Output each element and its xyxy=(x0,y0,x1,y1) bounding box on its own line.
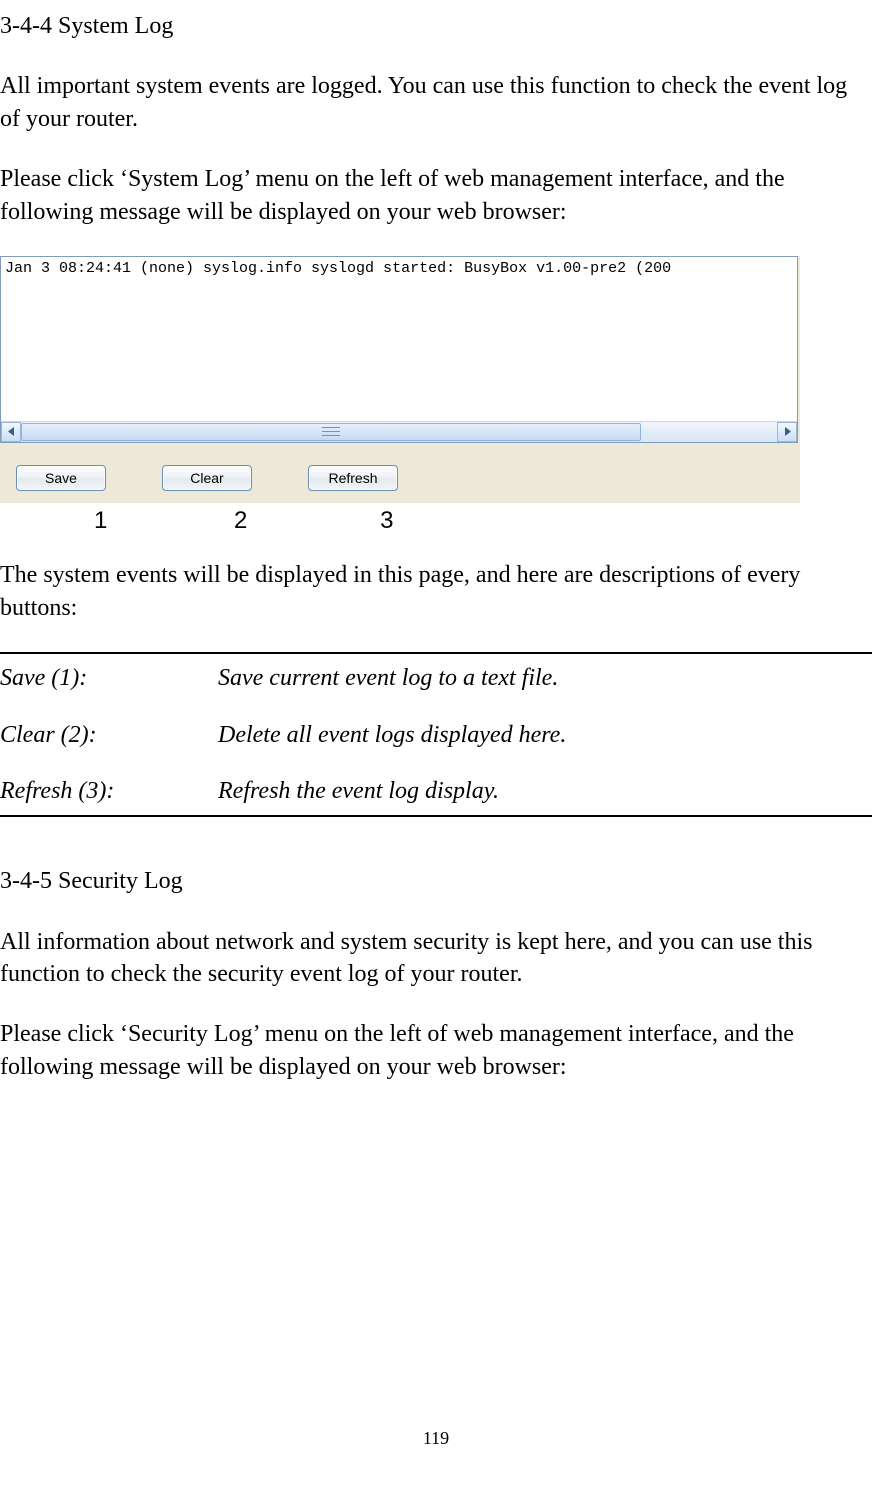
chevron-left-icon xyxy=(8,427,15,436)
callout-2: 2 xyxy=(234,505,247,537)
desc-clear-row: Clear (2): Delete all event logs display… xyxy=(0,719,872,751)
button-callouts: 1 2 3 xyxy=(0,503,872,537)
refresh-button[interactable]: Refresh xyxy=(308,465,398,491)
desc-save-row: Save (1): Save current event log to a te… xyxy=(0,662,872,694)
log-textarea[interactable]: Jan 3 08:24:41 (none) syslog.info syslog… xyxy=(0,256,798,443)
desc-clear-label: Clear (2): xyxy=(0,719,218,751)
horizontal-scrollbar[interactable] xyxy=(1,421,797,442)
callout-3: 3 xyxy=(380,505,393,537)
desc-save-text: Save current event log to a text file. xyxy=(218,662,558,694)
scroll-right-button[interactable] xyxy=(777,422,797,442)
intro-paragraph: All important system events are logged. … xyxy=(0,70,872,135)
desc-clear-text: Delete all event logs displayed here. xyxy=(218,719,566,751)
save-button[interactable]: Save xyxy=(16,465,106,491)
log-line: Jan 3 08:24:41 (none) syslog.info syslog… xyxy=(1,257,797,421)
scroll-track[interactable] xyxy=(21,422,777,442)
desc-refresh-label: Refresh (3): xyxy=(0,775,218,807)
callout-1: 1 xyxy=(94,505,107,537)
button-row: Save Clear Refresh xyxy=(0,443,800,491)
desc-refresh-text: Refresh the event log display. xyxy=(218,775,499,807)
section-344-title: 3-4-4 System Log xyxy=(0,10,872,42)
button-descriptions-table: Save (1): Save current event log to a te… xyxy=(0,652,872,817)
security-intro-paragraph: All information about network and system… xyxy=(0,926,872,991)
system-log-screenshot: Jan 3 08:24:41 (none) syslog.info syslog… xyxy=(0,256,800,503)
click-seclog-paragraph: Please click ‘Security Log’ menu on the … xyxy=(0,1018,872,1083)
click-syslog-paragraph: Please click ‘System Log’ menu on the le… xyxy=(0,163,872,228)
scroll-thumb[interactable] xyxy=(21,423,641,441)
chevron-right-icon xyxy=(784,427,791,436)
clear-button[interactable]: Clear xyxy=(162,465,252,491)
desc-refresh-row: Refresh (3): Refresh the event log displ… xyxy=(0,775,872,807)
events-paragraph: The system events will be displayed in t… xyxy=(0,559,872,624)
page-number: 119 xyxy=(0,1426,872,1450)
scroll-left-button[interactable] xyxy=(1,422,21,442)
section-345-title: 3-4-5 Security Log xyxy=(0,865,872,897)
desc-save-label: Save (1): xyxy=(0,662,218,694)
